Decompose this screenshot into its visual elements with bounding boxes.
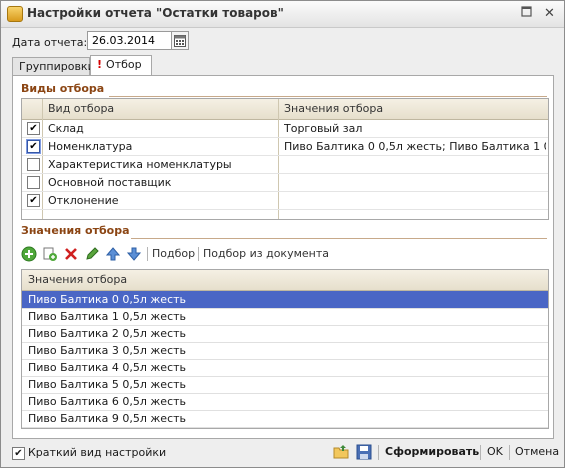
table-row[interactable]: Пиво Балтика 0 0,5л жесть <box>22 291 548 309</box>
footer-bar: ✔ Краткий вид настройки Сформировать OK … <box>1 439 564 467</box>
close-icon[interactable]: ✕ <box>541 5 558 22</box>
date-field[interactable] <box>87 31 172 50</box>
table-row[interactable]: ✔ Склад Торговый зал <box>22 120 548 138</box>
footer-separator <box>509 445 510 460</box>
table-header: Вид отбора Значения отбора <box>22 99 548 120</box>
cancel-button[interactable]: Отмена <box>515 445 559 458</box>
filter-values-title: Значения отбора <box>21 224 130 237</box>
checkbox-warehouse[interactable]: ✔ <box>27 122 40 135</box>
table-row[interactable]: Пиво Балтика 4 0,5л жесть <box>22 359 548 377</box>
section-divider <box>109 96 547 97</box>
toolbar-separator <box>198 247 199 261</box>
app-icon <box>7 6 23 22</box>
filter-types-table[interactable]: Вид отбора Значения отбора ✔ Склад Торго… <box>21 98 549 220</box>
table-row[interactable]: Пиво Балтика 6 0,5л жесть <box>22 393 548 411</box>
table-row[interactable]: Пиво Балтика 5 0,5л жесть <box>22 376 548 394</box>
settings-dialog: Настройки отчета "Остатки товаров" ✕ Дат… <box>0 0 565 468</box>
table-row[interactable]: Пиво Балтика 9 0,5л жесть <box>22 410 548 428</box>
checkbox-nomenclature[interactable]: ✔ <box>26 139 41 154</box>
calendar-button[interactable] <box>172 31 189 50</box>
checkbox-deviation[interactable]: ✔ <box>27 194 40 207</box>
filter-panel: Виды отбора Вид отбора Значения отбора ✔… <box>12 75 554 439</box>
tab-filter[interactable]: ! Отбор <box>90 55 152 76</box>
generate-button[interactable]: Сформировать <box>385 445 479 458</box>
footer-separator <box>378 445 379 460</box>
warning-icon: ! <box>97 58 103 71</box>
restore-icon[interactable] <box>518 5 535 22</box>
open-folder-icon[interactable] <box>333 444 349 460</box>
date-label: Дата отчета: <box>12 36 88 49</box>
toolbar-separator <box>147 247 148 261</box>
table-row[interactable]: ✔ Отклонение <box>22 192 548 210</box>
filter-values-table[interactable]: Значения отбора Пиво Балтика 0 0,5л жест… <box>21 269 549 429</box>
add-icon[interactable] <box>21 246 37 262</box>
table-header: Значения отбора <box>22 270 548 291</box>
pick-from-document-button[interactable]: Подбор из документа <box>203 247 329 260</box>
checkbox-characteristic[interactable] <box>27 158 40 171</box>
ok-button[interactable]: OK <box>487 445 503 458</box>
short-view-checkbox[interactable]: ✔ <box>12 447 25 460</box>
pick-button[interactable]: Подбор <box>152 247 195 260</box>
title-bar: Настройки отчета "Остатки товаров" ✕ <box>1 1 564 28</box>
window-title: Настройки отчета "Остатки товаров" <box>27 6 284 20</box>
table-row[interactable]: Пиво Балтика 3 0,5л жесть <box>22 342 548 360</box>
calendar-icon <box>174 35 186 47</box>
table-row[interactable]: ✔ Номенклатура Пиво Балтика 0 0,5л жесть… <box>22 138 548 156</box>
save-icon[interactable] <box>356 444 372 460</box>
column-header-type: Вид отбора <box>48 102 115 115</box>
table-row[interactable]: Пиво Балтика 1 0,5л жесть <box>22 308 548 326</box>
footer-separator <box>480 445 481 460</box>
section-divider <box>131 238 547 239</box>
column-header-value: Значения отбора <box>284 102 384 115</box>
filter-types-title: Виды отбора <box>21 82 105 95</box>
values-toolbar: Подбор Подбор из документа <box>21 244 547 264</box>
short-view-label: Краткий вид настройки <box>28 446 167 459</box>
delete-icon[interactable] <box>63 246 79 262</box>
table-row[interactable]: Пиво Балтика 2 0,5л жесть <box>22 325 548 343</box>
move-up-icon[interactable] <box>105 246 121 262</box>
table-row[interactable]: Основной поставщик <box>22 174 548 192</box>
edit-icon[interactable] <box>84 246 100 262</box>
checkbox-supplier[interactable] <box>27 176 40 189</box>
column-header-values: Значения отбора <box>28 273 128 286</box>
move-down-icon[interactable] <box>126 246 142 262</box>
tab-groupings[interactable]: Группировки <box>12 57 95 76</box>
table-row[interactable]: Характеристика номенклатуры <box>22 156 548 174</box>
copy-add-icon[interactable] <box>42 246 58 262</box>
